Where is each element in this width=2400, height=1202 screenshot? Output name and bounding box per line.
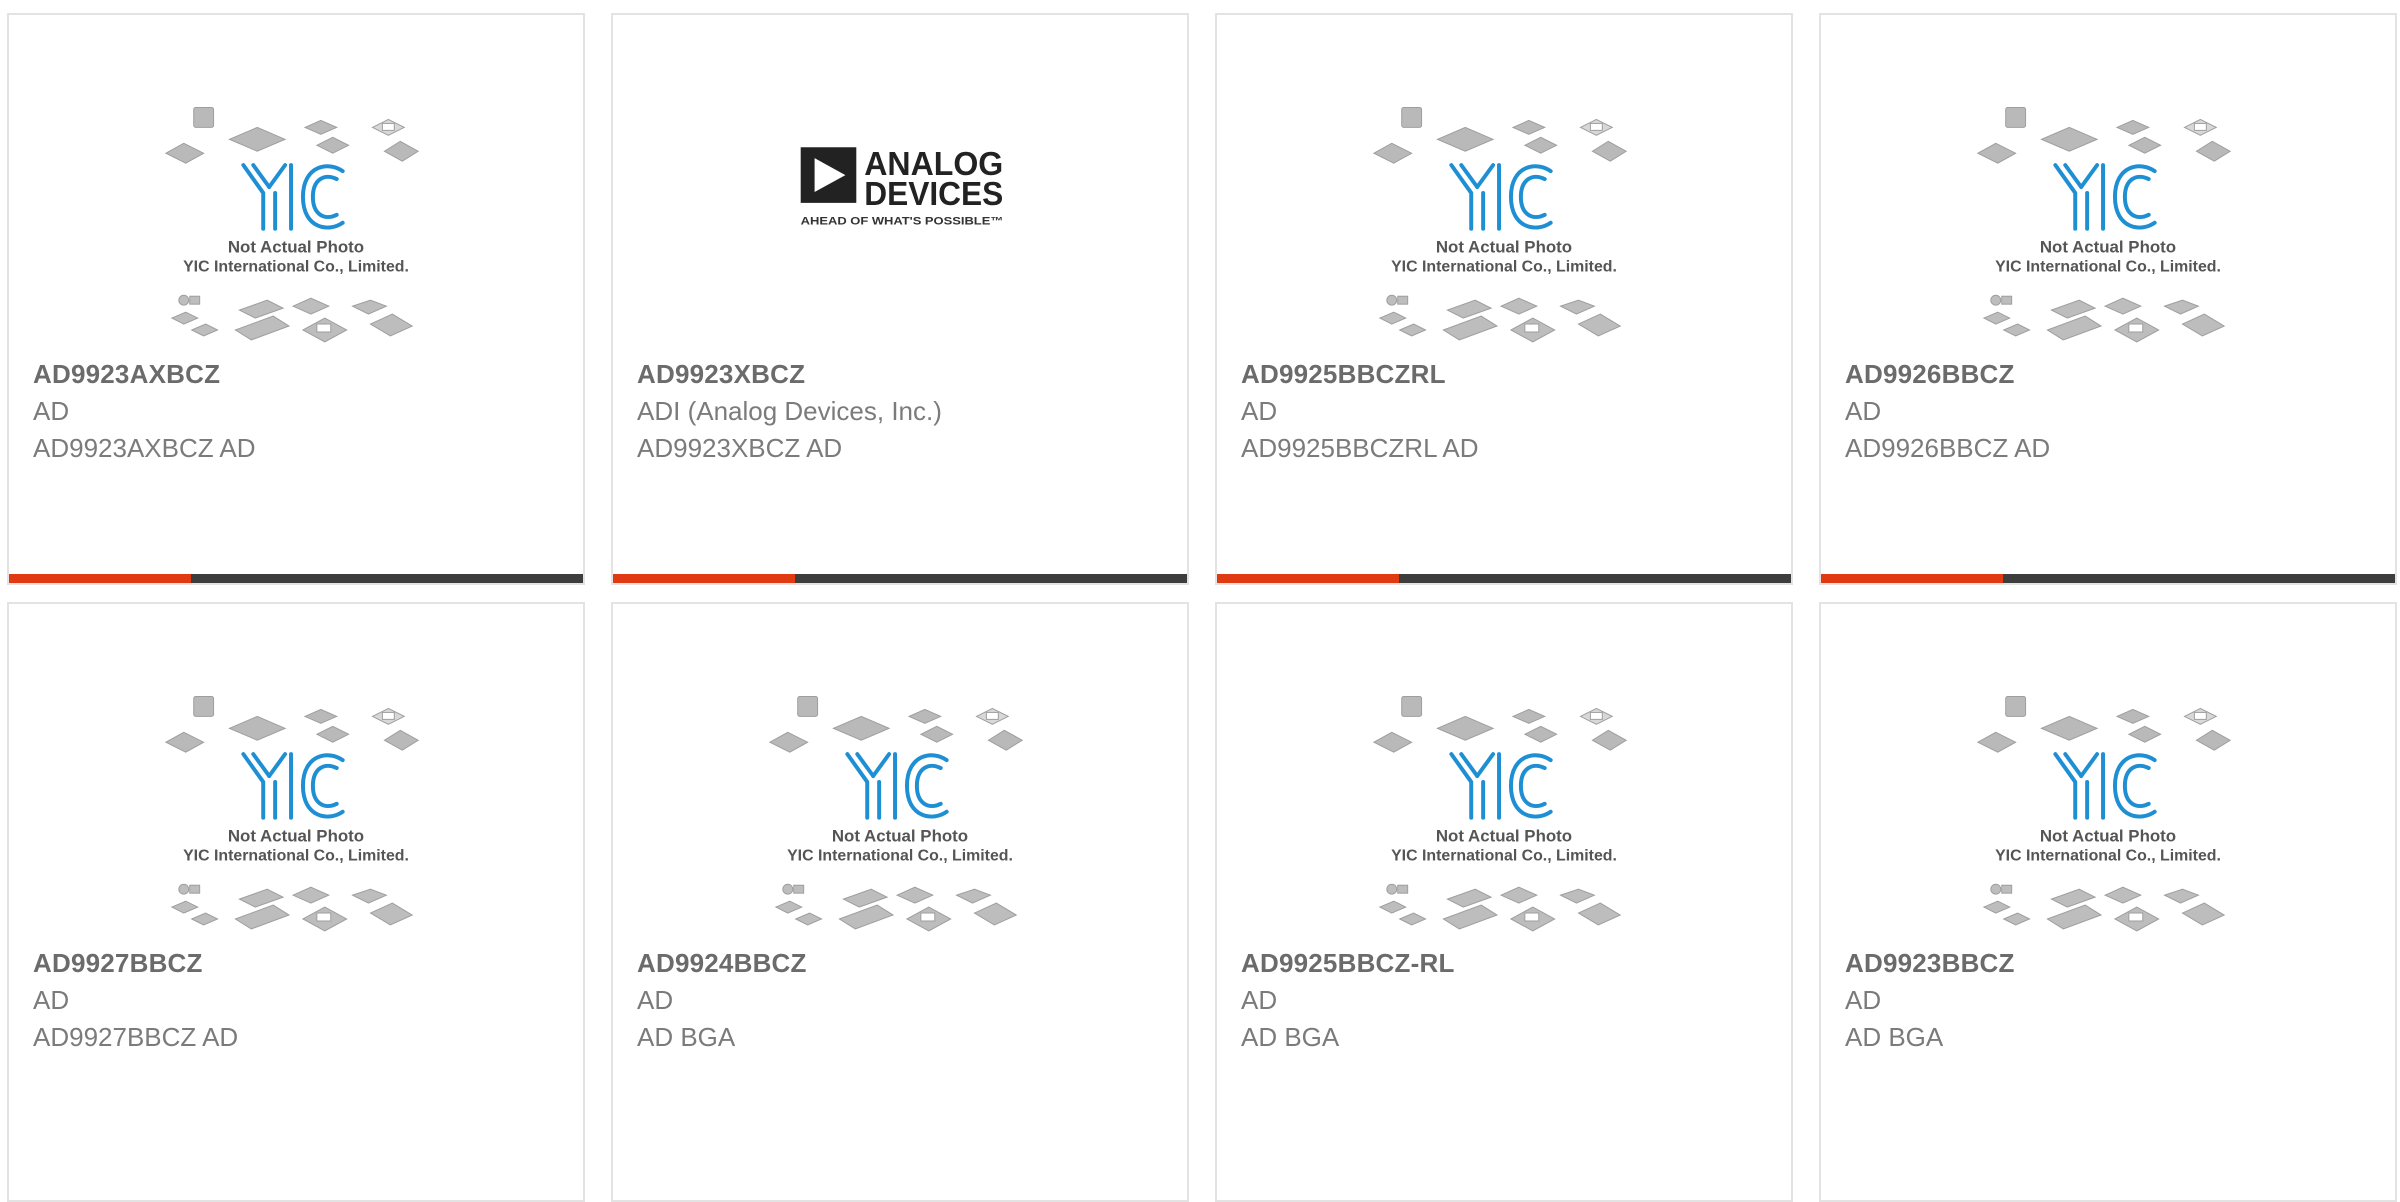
brand: AD (1241, 396, 1278, 426)
description: AD9923XBCZ AD (637, 433, 843, 463)
caption-line-2: YIC International Co., Limited. (183, 847, 409, 864)
caption-line-2: YIC International Co., Limited. (1391, 258, 1617, 275)
product-thumbnail[interactable]: Not Actual Photo YIC International Co., … (1217, 604, 1791, 944)
brand: AD (33, 396, 70, 426)
caption-line-1: Not Actual Photo (228, 238, 364, 257)
not-actual-photo-image: Not Actual Photo YIC International Co., … (1372, 696, 1628, 932)
product-card[interactable]: Not Actual Photo YIC International Co., … (1819, 13, 2397, 585)
product-card[interactable]: Not Actual Photo YIC International Co., … (611, 602, 1189, 1202)
brand: AD (1845, 985, 1882, 1015)
description: AD BGA (1241, 1022, 1340, 1052)
brand: AD (33, 985, 70, 1015)
brand: ADI (Analog Devices, Inc.) (637, 396, 942, 426)
part-number[interactable]: AD9925BBCZRL (1241, 355, 1771, 393)
part-number[interactable]: AD9923XBCZ (637, 355, 1167, 393)
caption-line-2: YIC International Co., Limited. (183, 258, 409, 275)
description: AD9926BBCZ AD (1845, 433, 2051, 463)
card-bottom-bar (9, 574, 583, 583)
part-number[interactable]: AD9923BBCZ (1845, 944, 2375, 982)
analog-devices-logo: ANALOG DEVICES AHEAD OF WHAT'S POSSIBLE™ (800, 145, 1004, 228)
caption-line-1: Not Actual Photo (832, 827, 968, 846)
brand: AD (1845, 396, 1882, 426)
description: AD9923AXBCZ AD (33, 433, 256, 463)
not-actual-photo-image: Not Actual Photo YIC International Co., … (1976, 696, 2232, 932)
product-thumbnail[interactable]: Not Actual Photo YIC International Co., … (613, 604, 1187, 944)
card-bottom-bar (1821, 574, 2395, 583)
caption-line-1: Not Actual Photo (1436, 827, 1572, 846)
description: AD9927BBCZ AD (33, 1022, 239, 1052)
caption-line-1: Not Actual Photo (2040, 238, 2176, 257)
part-number[interactable]: AD9926BBCZ (1845, 355, 2375, 393)
product-thumbnail[interactable]: Not Actual Photo YIC International Co., … (1821, 604, 2395, 944)
caption-line-2: YIC International Co., Limited. (787, 847, 1013, 864)
product-thumbnail[interactable]: ANALOG DEVICES AHEAD OF WHAT'S POSSIBLE™ (613, 15, 1187, 355)
product-thumbnail[interactable]: Not Actual Photo YIC International Co., … (9, 15, 583, 355)
caption-line-2: YIC International Co., Limited. (1391, 847, 1617, 864)
description: AD BGA (637, 1022, 736, 1052)
not-actual-photo-image: Not Actual Photo YIC International Co., … (164, 696, 420, 932)
not-actual-photo-image: Not Actual Photo YIC International Co., … (1372, 107, 1628, 343)
product-card[interactable]: ANALOG DEVICES AHEAD OF WHAT'S POSSIBLE™… (611, 13, 1189, 585)
caption-line-2: YIC International Co., Limited. (1995, 258, 2221, 275)
caption-line-1: Not Actual Photo (228, 827, 364, 846)
brand: AD (1241, 985, 1278, 1015)
product-thumbnail[interactable]: Not Actual Photo YIC International Co., … (1821, 15, 2395, 355)
product-card[interactable]: Not Actual Photo YIC International Co., … (1215, 13, 1793, 585)
part-number[interactable]: AD9927BBCZ (33, 944, 563, 982)
description: AD BGA (1845, 1022, 1944, 1052)
product-thumbnail[interactable]: Not Actual Photo YIC International Co., … (1217, 15, 1791, 355)
part-number[interactable]: AD9925BBCZ-RL (1241, 944, 1771, 982)
caption-line-1: Not Actual Photo (2040, 827, 2176, 846)
product-grid: Not Actual Photo YIC International Co., … (0, 0, 2400, 1202)
product-card[interactable]: Not Actual Photo YIC International Co., … (7, 602, 585, 1202)
not-actual-photo-image: Not Actual Photo YIC International Co., … (768, 696, 1024, 932)
part-number[interactable]: AD9924BBCZ (637, 944, 1167, 982)
card-bottom-bar (1217, 574, 1791, 583)
product-card[interactable]: Not Actual Photo YIC International Co., … (1819, 602, 2397, 1202)
caption-line-2: YIC International Co., Limited. (1995, 847, 2221, 864)
part-number[interactable]: AD9923AXBCZ (33, 355, 563, 393)
caption-line-1: Not Actual Photo (1436, 238, 1572, 257)
product-thumbnail[interactable]: Not Actual Photo YIC International Co., … (9, 604, 583, 944)
svg-text:DEVICES: DEVICES (864, 175, 1003, 213)
description: AD9925BBCZRL AD (1241, 433, 1479, 463)
not-actual-photo-image: Not Actual Photo YIC International Co., … (1976, 107, 2232, 343)
brand: AD (637, 985, 674, 1015)
card-bottom-bar (613, 574, 1187, 583)
svg-text:AHEAD OF WHAT'S POSSIBLE™: AHEAD OF WHAT'S POSSIBLE™ (801, 216, 1004, 228)
product-card[interactable]: Not Actual Photo YIC International Co., … (7, 13, 585, 585)
not-actual-photo-image: Not Actual Photo YIC International Co., … (164, 107, 420, 343)
product-card[interactable]: Not Actual Photo YIC International Co., … (1215, 602, 1793, 1202)
